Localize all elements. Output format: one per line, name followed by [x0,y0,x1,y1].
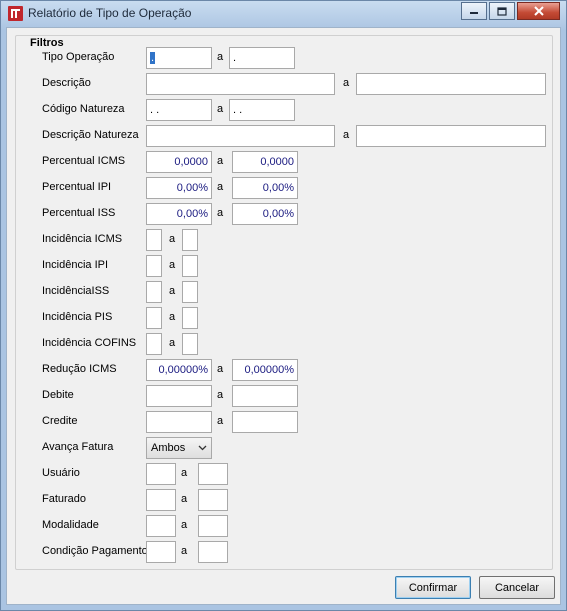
percentual-icms-from-input[interactable]: 0,0000 [146,151,212,173]
condicao-pagamento-to-input[interactable] [198,541,228,563]
incidencia-ipi-from-input[interactable] [146,255,162,277]
credite-label: Credite [42,415,78,427]
condicao-pagamento-from-input[interactable] [146,541,176,563]
incidencia-pis-from-input[interactable] [146,307,162,329]
percentual-icms-to-input[interactable]: 0,0000 [232,151,298,173]
percentual-ipi-label: Percentual IPI [42,181,112,193]
condicao-pagamento-separator: a [181,545,188,557]
codigo-natureza-label: Código Natureza [42,103,125,115]
percentual-iss-label: Percentual ISS [42,207,116,219]
incidencia-icms-label: Incidência ICMS [42,233,123,245]
modalidade-from-input[interactable] [146,515,176,537]
incidencia-iss-separator: a [169,285,176,297]
chevron-down-icon [198,445,207,451]
usuario-label: Usuário [42,467,80,479]
faturado-separator: a [181,493,188,505]
window-controls [461,2,560,21]
descricao-label: Descrição [42,77,91,89]
avanca-fatura-selected: Ambos [151,442,186,454]
incidencia-iss-to-input[interactable] [182,281,198,303]
percentual-ipi-separator: a [217,181,224,193]
window-title: Relatório de Tipo de Operação [28,6,192,20]
faturado-from-input[interactable] [146,489,176,511]
usuario-separator: a [181,467,188,479]
modalidade-to-input[interactable] [198,515,228,537]
confirm-button[interactable]: Confirmar [395,576,471,599]
close-button[interactable] [517,2,560,20]
maximize-icon [497,6,507,16]
incidencia-iss-from-input[interactable] [146,281,162,303]
debite-from-input[interactable] [146,385,212,407]
filters-legend: Filtros [27,37,67,49]
debite-separator: a [217,389,224,401]
cancel-button[interactable]: Cancelar [479,576,555,599]
close-icon [533,6,544,16]
minimize-button[interactable] [461,2,487,20]
dialog-body: Filtros Tipo Operação . a . Descrição a … [6,27,561,605]
percentual-icms-separator: a [217,155,224,167]
reducao-icms-separator: a [217,363,224,375]
usuario-from-input[interactable] [146,463,176,485]
incidencia-cofins-separator: a [169,337,176,349]
credite-separator: a [217,415,224,427]
descricao-to-input[interactable] [356,73,546,95]
incidencia-iss-label: IncidênciaISS [42,285,110,297]
incidencia-cofins-label: Incidência COFINS [42,337,137,349]
modalidade-separator: a [181,519,188,531]
credite-to-input[interactable] [232,411,298,433]
percentual-iss-separator: a [217,207,224,219]
incidencia-pis-to-input[interactable] [182,307,198,329]
tipo-operacao-from-value: . [150,52,156,64]
incidencia-ipi-to-input[interactable] [182,255,198,277]
descricao-natureza-from-input[interactable] [146,125,335,147]
tipo-operacao-separator: a [217,51,224,63]
codigo-natureza-to-input[interactable]: . . [229,99,295,121]
descricao-separator: a [343,77,350,89]
tipo-operacao-to-input[interactable]: . [229,47,295,69]
descricao-natureza-label: Descrição Natureza [42,129,139,141]
report-window: Relatório de Tipo de Operação Filtros Ti… [0,0,567,611]
incidencia-icms-to-input[interactable] [182,229,198,251]
incidencia-icms-separator: a [169,233,176,245]
faturado-label: Faturado [42,493,87,505]
tipo-operacao-label: Tipo Operação [42,51,115,63]
codigo-natureza-separator: a [217,103,224,115]
incidencia-icms-from-input[interactable] [146,229,162,251]
descricao-from-input[interactable] [146,73,335,95]
percentual-ipi-from-input[interactable]: 0,00% [146,177,212,199]
title-bar[interactable]: Relatório de Tipo de Operação [1,1,566,27]
incidencia-ipi-label: Incidência IPI [42,259,109,271]
reducao-icms-label: Redução ICMS [42,363,117,375]
avanca-fatura-label: Avança Fatura [42,441,114,453]
maximize-button[interactable] [489,2,515,20]
condicao-pagamento-label: Condição Pagamento [42,545,148,557]
percentual-ipi-to-input[interactable]: 0,00% [232,177,298,199]
descricao-natureza-separator: a [343,129,350,141]
avanca-fatura-select[interactable]: Ambos [146,437,212,459]
incidencia-pis-label: Incidência PIS [42,311,113,323]
incidencia-ipi-separator: a [169,259,176,271]
tipo-operacao-from-input[interactable]: . [146,47,212,69]
credite-from-input[interactable] [146,411,212,433]
faturado-to-input[interactable] [198,489,228,511]
percentual-iss-from-input[interactable]: 0,00% [146,203,212,225]
incidencia-cofins-to-input[interactable] [182,333,198,355]
debite-label: Debite [42,389,74,401]
percentual-iss-to-input[interactable]: 0,00% [232,203,298,225]
reducao-icms-to-input[interactable]: 0,00000% [232,359,298,381]
incidencia-cofins-from-input[interactable] [146,333,162,355]
percentual-icms-label: Percentual ICMS [42,155,126,167]
filters-group: Filtros Tipo Operação . a . Descrição a … [15,35,553,570]
minimize-icon [470,12,478,14]
app-logo-icon [8,6,23,21]
usuario-to-input[interactable] [198,463,228,485]
modalidade-label: Modalidade [42,519,99,531]
reducao-icms-from-input[interactable]: 0,00000% [146,359,212,381]
incidencia-pis-separator: a [169,311,176,323]
descricao-natureza-to-input[interactable] [356,125,546,147]
codigo-natureza-from-input[interactable]: . . [146,99,212,121]
debite-to-input[interactable] [232,385,298,407]
